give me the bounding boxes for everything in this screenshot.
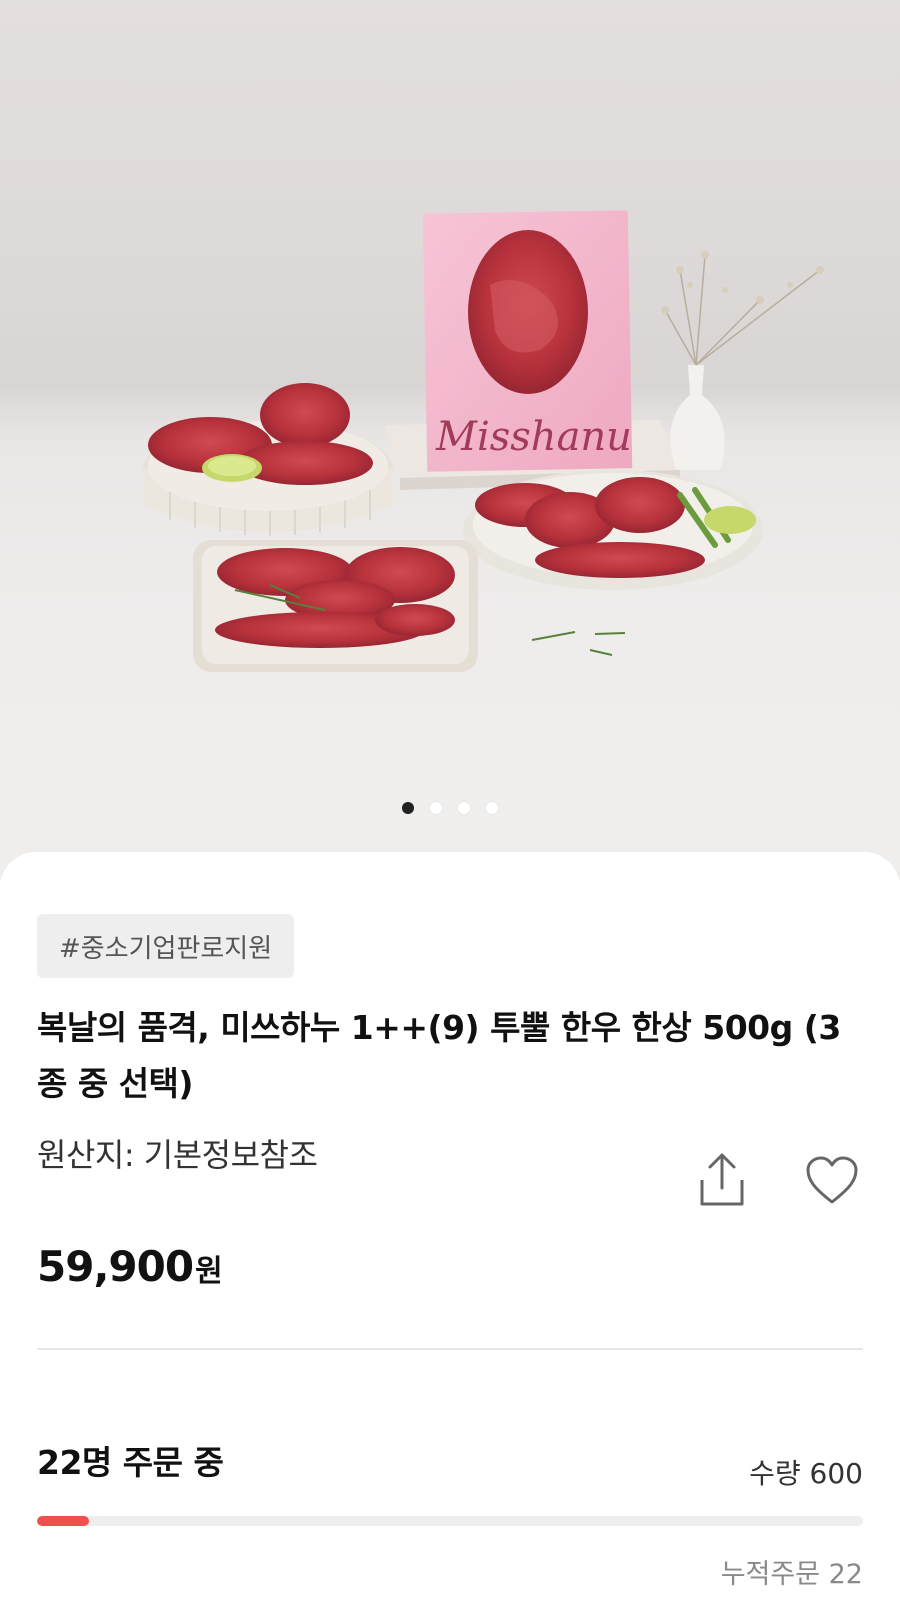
price-currency: 원 xyxy=(195,1254,223,1289)
wishlist-button[interactable] xyxy=(804,1155,860,1207)
price: 59,900 원 xyxy=(37,1242,223,1291)
quantity-limit: 수량 600 xyxy=(749,1457,863,1490)
product-info-sheet: #중소기업판로지원 복날의 품격, 미쓰하누 1++(9) 투뿔 한우 한상 5… xyxy=(0,852,900,1617)
product-origin: 원산지: 기본정보참조 xyxy=(37,1136,318,1174)
cumulative-orders: 누적주문 22 xyxy=(720,1559,863,1590)
box-brand-text: Misshanu xyxy=(435,414,632,460)
share-icon xyxy=(700,1153,744,1206)
carousel-dot-3[interactable] xyxy=(458,802,470,814)
price-value: 59,900 xyxy=(37,1242,194,1291)
divider xyxy=(37,1348,863,1350)
product-title: 복날의 품격, 미쓰하누 1++(9) 투뿔 한우 한상 500g (3종 중 … xyxy=(37,1008,841,1103)
carousel-dot-2[interactable] xyxy=(430,802,442,814)
share-button[interactable] xyxy=(694,1150,750,1210)
ordering-count: 22명 주문 중 xyxy=(37,1443,224,1482)
product-tag[interactable]: #중소기업판로지원 xyxy=(37,914,295,978)
heart-icon xyxy=(806,1156,858,1204)
carousel-dot-4[interactable] xyxy=(486,802,498,814)
order-progress-fill xyxy=(37,1516,90,1526)
product-image-carousel[interactable]: Misshanu xyxy=(0,0,900,880)
carousel-indicator xyxy=(0,802,900,814)
carousel-dot-1[interactable] xyxy=(402,802,414,814)
order-progress-bar xyxy=(37,1516,863,1526)
product-photo: Misshanu xyxy=(0,210,900,672)
